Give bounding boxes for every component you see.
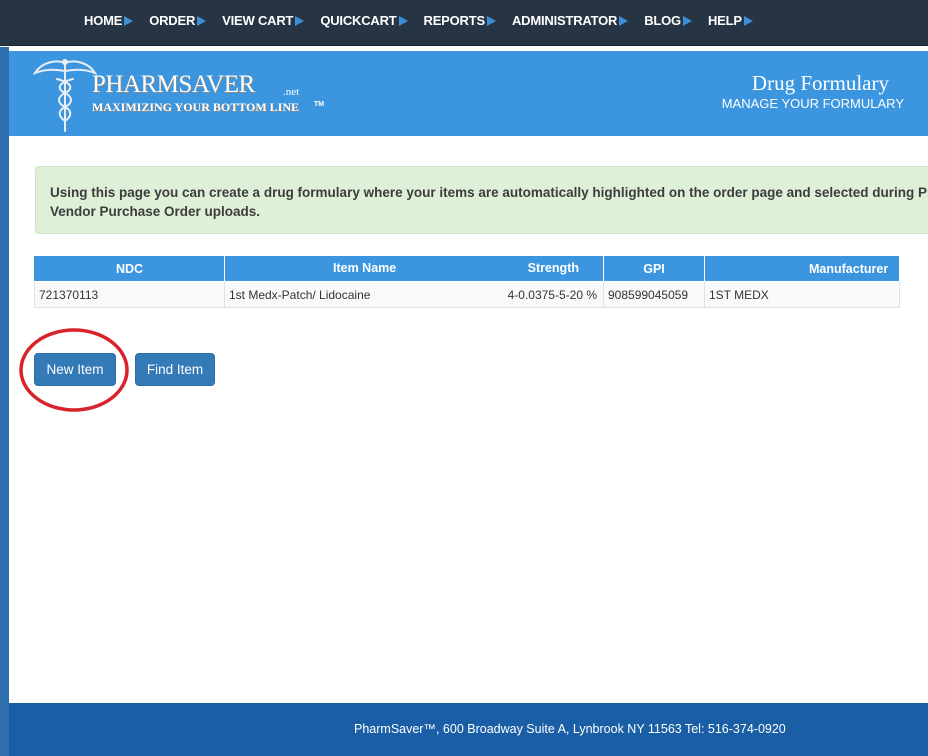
footer-contact: PharmSaver™, 600 Broadway Suite A, Lynbr… [354, 722, 786, 736]
arrow-right-icon [197, 15, 207, 26]
cell-item-strength: 1st Medx-Patch/ Lidocaine 4-0.0375-5-20 … [224, 281, 604, 308]
nav-item-label: VIEW CART [222, 13, 294, 28]
left-rail [0, 47, 9, 756]
find-item-button[interactable]: Find Item [135, 353, 215, 386]
cell-item-name: 1st Medx-Patch/ Lidocaine [229, 288, 371, 302]
logo-suffix: .net [283, 86, 300, 98]
highlight-circle-annotation [19, 328, 129, 412]
page-title: Drug Formulary [751, 71, 889, 95]
top-navigation: HOME ORDER VIEW CART QUICKCART REPORTS A… [0, 0, 928, 46]
arrow-right-icon [398, 15, 408, 26]
table-header-row: NDC Item Name Strength GPI Manufacturer [34, 255, 900, 282]
nav-item-view-cart[interactable]: VIEW CART [222, 13, 305, 28]
column-header-strength[interactable]: Strength [528, 261, 579, 275]
nav-item-administrator[interactable]: ADMINISTRATOR [511, 13, 629, 28]
arrow-right-icon [486, 15, 496, 26]
pharmsaver-logo[interactable]: PHARMSAVER .net MAXIMIZING YOUR BOTTOM L… [33, 57, 324, 133]
nav-item-quickcart[interactable]: QUICKCART [320, 13, 408, 28]
arrow-right-icon [743, 15, 753, 26]
nav-item-help[interactable]: HELP [708, 13, 753, 28]
arrow-right-icon [295, 15, 305, 26]
column-header-gpi[interactable]: GPI [603, 255, 705, 282]
nav-item-label: HOME [84, 13, 123, 28]
cell-ndc: 721370113 [34, 281, 225, 308]
nav-item-label: HELP [707, 13, 742, 28]
nav-item-label: ADMINISTRATOR [511, 13, 618, 28]
nav-item-label: BLOG [644, 13, 681, 28]
nav-item-label: ORDER [149, 13, 196, 28]
cell-manufacturer: 1ST MEDX [704, 281, 900, 308]
logo-tagline: MAXIMIZING YOUR BOTTOM LINE [92, 100, 300, 114]
arrow-right-icon [619, 15, 629, 26]
logo-brand: PHARMSAVER [92, 71, 255, 98]
nav-item-label: REPORTS [423, 13, 486, 28]
column-header-item-name[interactable]: Item Name [333, 261, 396, 275]
page-header: PHARMSAVER .net MAXIMIZING YOUR BOTTOM L… [9, 51, 928, 136]
page-subtitle: MANAGE YOUR FORMULARY [721, 96, 904, 111]
nav-item-blog[interactable]: BLOG [644, 13, 692, 28]
nav-item-reports[interactable]: REPORTS [424, 13, 496, 28]
page-footer: PharmSaver™, 600 Broadway Suite A, Lynbr… [9, 703, 928, 756]
table-row[interactable]: 721370113 1st Medx-Patch/ Lidocaine 4-0.… [34, 281, 900, 308]
nav-menu: HOME ORDER VIEW CART QUICKCART REPORTS A… [84, 13, 769, 28]
logo-tm: TM [314, 101, 325, 108]
nav-item-order[interactable]: ORDER [149, 13, 207, 28]
formulary-table: NDC Item Name Strength GPI Manufacturer … [34, 255, 900, 308]
arrow-right-icon [682, 15, 692, 26]
column-header-ndc[interactable]: NDC [34, 255, 225, 282]
column-header-manufacturer[interactable]: Manufacturer [704, 255, 900, 282]
info-text: Using this page you can create a drug fo… [50, 185, 928, 219]
caduceus-icon [33, 59, 97, 132]
arrow-right-icon [124, 15, 134, 26]
nav-item-home[interactable]: HOME [84, 13, 134, 28]
info-alert: Using this page you can create a drug fo… [35, 166, 928, 234]
column-header-item-strength[interactable]: Item Name Strength [224, 255, 604, 282]
nav-item-label: QUICKCART [320, 13, 397, 28]
cell-strength: 4-0.0375-5-20 % [507, 288, 597, 302]
cell-gpi: 908599045059 [603, 281, 705, 308]
